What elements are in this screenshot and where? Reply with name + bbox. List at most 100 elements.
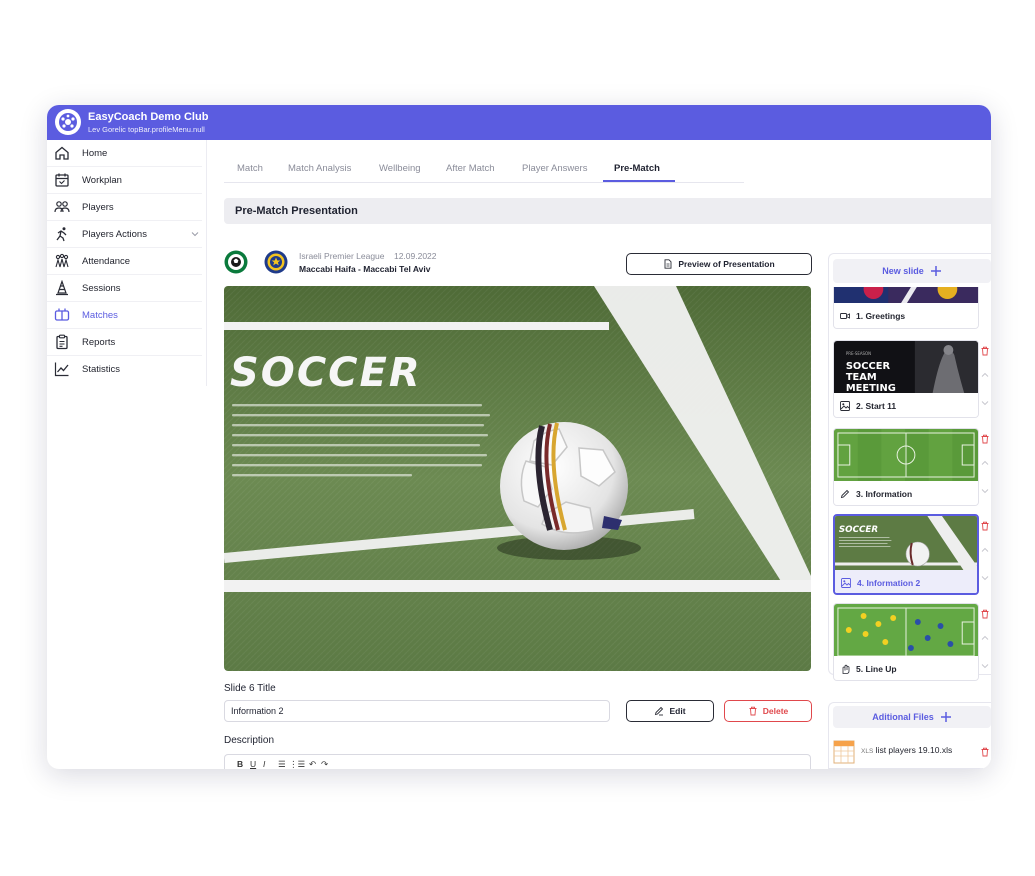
- slide-thumbnail: [834, 429, 978, 481]
- slide-caption: 1. Greetings: [834, 303, 978, 328]
- sidebar-item-players[interactable]: Players: [47, 194, 202, 221]
- edit-button[interactable]: Edit: [626, 700, 714, 722]
- slide-thumbnail: PRE-SEASON SOCCER TEAM MEETING: [834, 341, 978, 393]
- trash-icon[interactable]: [980, 346, 990, 356]
- slide-card-3[interactable]: 3. Information: [833, 428, 979, 506]
- sidebar-item-matches[interactable]: Matches: [47, 302, 202, 329]
- scoreboard-icon: [54, 308, 70, 321]
- away-team-logo-icon: [264, 250, 288, 274]
- pencil-icon: [655, 706, 664, 716]
- club-logo-icon[interactable]: [55, 109, 81, 135]
- sidebar-item-label: Workplan: [82, 175, 122, 186]
- plus-icon: [940, 712, 951, 722]
- preview-presentation-button[interactable]: Preview of Presentation: [626, 253, 812, 275]
- trash-icon[interactable]: [980, 434, 990, 444]
- sidebar-item-label: Attendance: [82, 256, 131, 267]
- calendar-icon: [55, 173, 69, 187]
- chevron-down-icon[interactable]: [980, 486, 990, 496]
- svg-text:TEAM: TEAM: [846, 372, 877, 383]
- match-league: Israeli Premier League 12.09.2022: [299, 251, 437, 261]
- trash-icon[interactable]: [980, 609, 990, 619]
- trash-icon: [749, 706, 757, 716]
- sidebar-item-label: Reports: [82, 337, 116, 348]
- sidebar-item-label: Sessions: [82, 283, 121, 294]
- slide-card-1[interactable]: 1. Greetings: [833, 287, 979, 329]
- slide-label: 3. Information: [856, 489, 913, 499]
- new-slide-button[interactable]: New slide: [833, 259, 991, 283]
- active-tab-indicator: [603, 180, 675, 182]
- tab-match-analysis[interactable]: Match Analysis: [288, 163, 351, 174]
- cone-icon: [56, 280, 68, 296]
- slide-title-input[interactable]: Information 2: [224, 700, 610, 722]
- sidebar-item-label: Players Actions: [82, 229, 147, 240]
- pencil-icon: [840, 489, 850, 499]
- slide-label: 5. Line Up: [856, 664, 897, 674]
- chevron-down-icon[interactable]: [191, 230, 199, 238]
- sidebar-item-workplan[interactable]: Workplan: [47, 167, 202, 194]
- match-date: 12.09.2022: [393, 251, 437, 261]
- svg-text:PRE-SEASON: PRE-SEASON: [846, 351, 871, 356]
- top-bar: EasyCoach Demo Club Lev Gorelic topBar.p…: [47, 105, 991, 140]
- chevron-up-icon[interactable]: [980, 458, 990, 468]
- sidebar-item-label: Players: [82, 202, 114, 213]
- sidebar-item-label: Home: [82, 148, 108, 159]
- slide-label: 1. Greetings: [856, 311, 906, 321]
- sidebar: Home Workplan Players Players Actions At…: [47, 140, 207, 386]
- slide-thumbnail: SOCCER: [835, 516, 977, 570]
- section-title: Pre-Match Presentation: [235, 205, 358, 217]
- description-label: Description: [224, 735, 275, 746]
- tab-after-match[interactable]: After Match: [446, 163, 495, 174]
- chevron-up-icon[interactable]: [980, 633, 990, 643]
- section-header: Pre-Match Presentation: [224, 198, 991, 224]
- delete-button[interactable]: Delete: [724, 700, 812, 722]
- slide-label: 2. Start 11: [856, 401, 897, 411]
- sidebar-item-reports[interactable]: Reports: [47, 329, 202, 356]
- sidebar-item-players-actions[interactable]: Players Actions: [47, 221, 202, 248]
- slide-heading: SOCCER: [230, 350, 422, 396]
- slide-preview-image[interactable]: SOCCER: [224, 286, 811, 671]
- home-team-logo-icon: [224, 250, 248, 274]
- trash-icon[interactable]: [980, 521, 990, 531]
- rich-text-toolbar: B U I ☰ ⋮☰ ↶ ↷: [224, 754, 811, 769]
- underline-button[interactable]: U: [250, 759, 256, 769]
- sidebar-item-attendance[interactable]: Attendance: [47, 248, 202, 275]
- chevron-down-icon[interactable]: [980, 398, 990, 408]
- italic-button[interactable]: I: [263, 759, 265, 769]
- thumb-title: SOCCER: [846, 361, 891, 372]
- slide-card-5[interactable]: 5. Line Up: [833, 603, 979, 681]
- chevron-up-icon[interactable]: [980, 545, 990, 555]
- tab-player-answers[interactable]: Player Answers: [522, 163, 587, 174]
- undo-button[interactable]: ↶: [309, 759, 316, 769]
- file-name: XLS list players 19.10.xls: [861, 745, 953, 755]
- spreadsheet-file-icon: [833, 740, 855, 764]
- chevron-down-icon[interactable]: [980, 661, 990, 671]
- hand-icon: [842, 664, 850, 674]
- tab-wellbeing[interactable]: Wellbeing: [379, 163, 421, 174]
- slide-caption: 3. Information: [834, 481, 978, 505]
- trash-icon[interactable]: [980, 747, 990, 757]
- running-icon: [56, 227, 67, 242]
- sidebar-item-sessions[interactable]: Sessions: [47, 275, 202, 302]
- user-profile-line[interactable]: Lev Gorelic topBar.profileMenu.null: [88, 125, 205, 134]
- sidebar-item-statistics[interactable]: Statistics: [47, 356, 202, 383]
- redo-button[interactable]: ↷: [321, 759, 328, 769]
- numbered-list-button[interactable]: ⋮☰: [289, 759, 305, 769]
- tab-pre-match[interactable]: Pre-Match: [614, 163, 660, 174]
- tab-match[interactable]: Match: [237, 163, 263, 174]
- chart-line-icon: [54, 362, 69, 377]
- slide-card-2[interactable]: PRE-SEASON SOCCER TEAM MEETING 2. Start …: [833, 340, 979, 418]
- chevron-up-icon[interactable]: [980, 370, 990, 380]
- slide-caption: 4. Information 2: [835, 570, 977, 593]
- chevron-down-icon[interactable]: [980, 573, 990, 583]
- soccer-ball-field-illustration: SOCCER: [224, 286, 811, 671]
- slide-card-4[interactable]: SOCCER 4. Information 2: [833, 514, 979, 595]
- bold-button[interactable]: B: [237, 759, 243, 769]
- bullet-list-button[interactable]: ☰: [278, 759, 286, 769]
- additional-files-button[interactable]: Aditional Files: [833, 706, 991, 728]
- users-icon: [54, 201, 70, 213]
- svg-text:MEETING: MEETING: [846, 383, 896, 393]
- slide-title-label: Slide 6 Title: [224, 683, 276, 694]
- club-name: EasyCoach Demo Club: [88, 111, 209, 123]
- file-row[interactable]: XLS list players 19.10.xls: [833, 740, 991, 764]
- sidebar-item-home[interactable]: Home: [47, 140, 202, 167]
